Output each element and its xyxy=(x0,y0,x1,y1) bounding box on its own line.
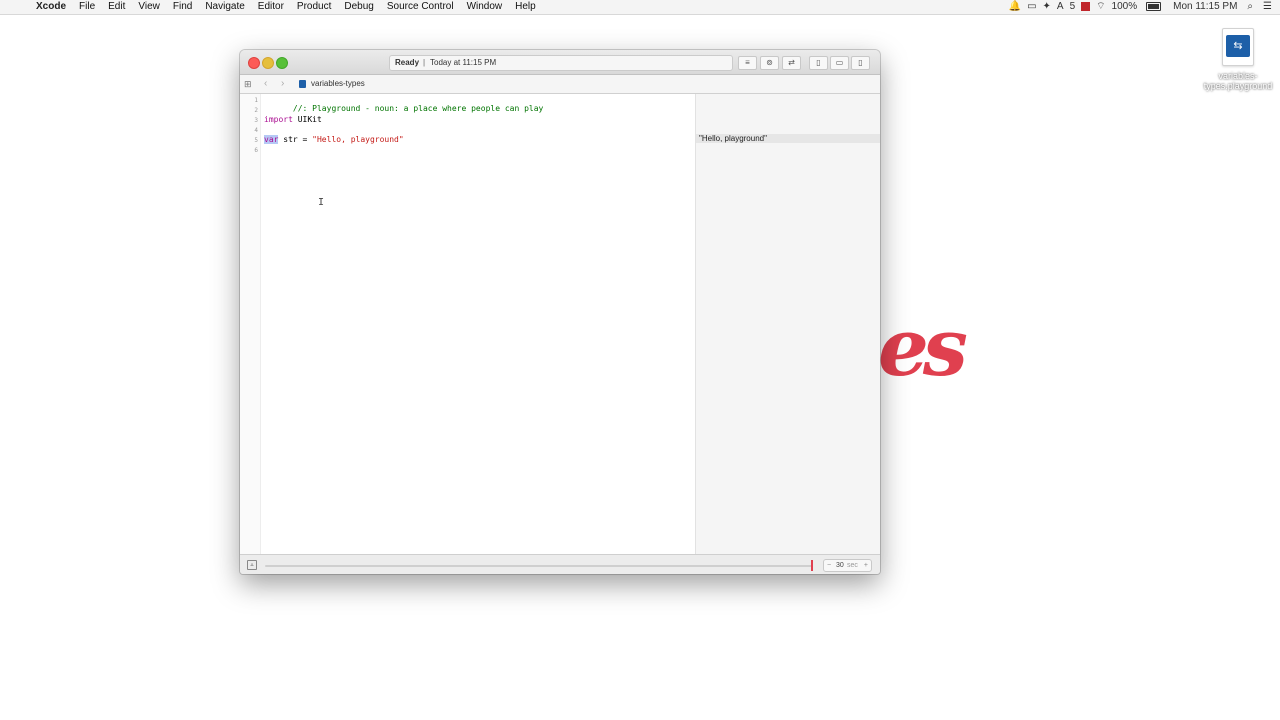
code-keyword-import: import xyxy=(264,115,293,124)
spotlight-search-icon[interactable]: ⌕ xyxy=(1247,0,1253,14)
toggle-navigator-button[interactable]: ▯ xyxy=(809,56,828,70)
timeline-bar: ▵ − 30 sec + xyxy=(240,554,880,574)
airplay-icon[interactable]: ▭ xyxy=(1027,0,1036,14)
version-editor-button[interactable]: ⇄ xyxy=(782,56,801,70)
line-number: 3 xyxy=(254,117,258,124)
line-number: 6 xyxy=(254,147,258,154)
line-number: 1 xyxy=(254,97,258,104)
notification-center-icon[interactable]: ☰ xyxy=(1263,0,1272,14)
duration-unit: sec xyxy=(847,562,858,569)
menu-window[interactable]: Window xyxy=(467,0,503,14)
desktop-playground-file[interactable]: ⇆ variables-types.playground xyxy=(1200,28,1276,91)
menu-help[interactable]: Help xyxy=(515,0,536,14)
breadcrumb-file[interactable]: variables-types xyxy=(311,75,365,93)
code-line-5[interactable]: var str = "Hello, playground" xyxy=(264,135,404,144)
battery-icon[interactable] xyxy=(1143,0,1162,14)
menu-source-control[interactable]: Source Control xyxy=(387,0,454,14)
line-number: 2 xyxy=(254,107,258,114)
bottom-panel-icon: ▭ xyxy=(835,58,844,67)
menu-view[interactable]: View xyxy=(138,0,160,14)
desktop-file-name: variables-types.playground xyxy=(1203,71,1273,91)
related-items-grid-icon[interactable]: ⊞ xyxy=(244,75,254,93)
menu-navigate[interactable]: Navigate xyxy=(205,0,244,14)
menu-app-name[interactable]: Xcode xyxy=(36,0,66,14)
assistant-rings-icon: ⊚ xyxy=(766,58,773,67)
line-number: 4 xyxy=(254,127,258,134)
code-comment: //: Playground - noun: a place where peo… xyxy=(292,104,544,113)
menu-product[interactable]: Product xyxy=(297,0,331,14)
jump-bar: ⊞ ‹ › variables-types xyxy=(240,75,880,94)
text-cursor-icon: I xyxy=(318,197,325,208)
duration-stepper[interactable]: − 30 sec + xyxy=(823,559,872,572)
wallpaper-graphic: es xyxy=(878,300,968,394)
toggle-utilities-button[interactable]: ▯ xyxy=(851,56,870,70)
menu-extras: 🔔 ▭ ✦ A 5 ⌔ 100% Mon 11:15 PM ⌕ ☰ xyxy=(1009,0,1280,14)
result-value: "Hello, playground" xyxy=(699,134,767,143)
result-row-line-5[interactable]: "Hello, playground" xyxy=(696,134,880,143)
source-editor[interactable]: 1 2 3 4 5 6 //: Playground - noun: a pla… xyxy=(240,94,695,554)
status-time: Today at 11:15 PM xyxy=(430,58,497,67)
show-debug-area-icon[interactable]: ▵ xyxy=(247,560,257,570)
menu-editor[interactable]: Editor xyxy=(258,0,284,14)
right-panel-icon: ▯ xyxy=(858,58,863,67)
clock[interactable]: Mon 11:15 PM xyxy=(1173,0,1237,14)
code-keyword-var-selected: var xyxy=(264,135,279,144)
xcode-playground-window: Ready | Today at 11:15 PM ≡ ⊚ ⇄ ▯ ▭ ▯ ⊞ … xyxy=(240,50,880,574)
activity-viewer: Ready | Today at 11:15 PM xyxy=(389,55,733,71)
back-chevron-icon[interactable]: ‹ xyxy=(264,75,267,93)
dropbox-icon[interactable]: ✦ xyxy=(1043,0,1051,14)
assistant-editor-button[interactable]: ⊚ xyxy=(760,56,779,70)
adobe-icon[interactable]: A xyxy=(1057,0,1064,14)
code-text: str = xyxy=(278,135,313,144)
menu-find[interactable]: Find xyxy=(173,0,192,14)
menu-bar: Xcode File Edit View Find Navigate Edito… xyxy=(0,0,1280,15)
toggle-debug-area-button[interactable]: ▭ xyxy=(830,56,849,70)
record-icon[interactable] xyxy=(1081,0,1091,14)
playground-file-icon xyxy=(299,80,306,88)
code-string-literal: "Hello, playground" xyxy=(312,135,404,144)
forward-chevron-icon[interactable]: › xyxy=(281,75,284,93)
wifi-icon[interactable]: ⌔ xyxy=(1096,0,1105,14)
lines-icon: ≡ xyxy=(745,58,750,67)
menu-edit[interactable]: Edit xyxy=(108,0,125,14)
menu-file[interactable]: File xyxy=(79,0,95,14)
left-panel-icon: ▯ xyxy=(816,58,821,67)
increase-duration-button[interactable]: + xyxy=(864,560,868,571)
battery-percent[interactable]: 100% xyxy=(1112,0,1138,14)
timeline-scrubber-track[interactable] xyxy=(265,565,812,567)
timeline-scrubber-handle[interactable] xyxy=(811,560,813,571)
tray-count[interactable]: 5 xyxy=(1070,0,1076,14)
decrease-duration-button[interactable]: − xyxy=(827,560,831,571)
build-status: Ready xyxy=(395,58,420,67)
results-sidebar: "Hello, playground" xyxy=(695,94,880,554)
line-number-gutter: 1 2 3 4 5 6 xyxy=(240,94,261,554)
code-line-3[interactable]: import UIKit xyxy=(264,115,322,124)
menu-debug[interactable]: Debug xyxy=(344,0,373,14)
status-separator: | xyxy=(423,58,426,67)
arrows-icon: ⇄ xyxy=(788,58,795,67)
playground-file-icon: ⇆ xyxy=(1222,28,1254,66)
line-number: 5 xyxy=(254,137,258,144)
zoom-button[interactable] xyxy=(276,57,288,69)
notification-icon[interactable]: 🔔 xyxy=(1009,0,1021,14)
window-toolbar: Ready | Today at 11:15 PM ≡ ⊚ ⇄ ▯ ▭ ▯ xyxy=(240,50,880,75)
standard-editor-button[interactable]: ≡ xyxy=(738,56,757,70)
minimize-button[interactable] xyxy=(262,57,274,69)
close-button[interactable] xyxy=(248,57,260,69)
code-text: UIKit xyxy=(292,115,322,124)
duration-value: 30 xyxy=(836,562,844,569)
